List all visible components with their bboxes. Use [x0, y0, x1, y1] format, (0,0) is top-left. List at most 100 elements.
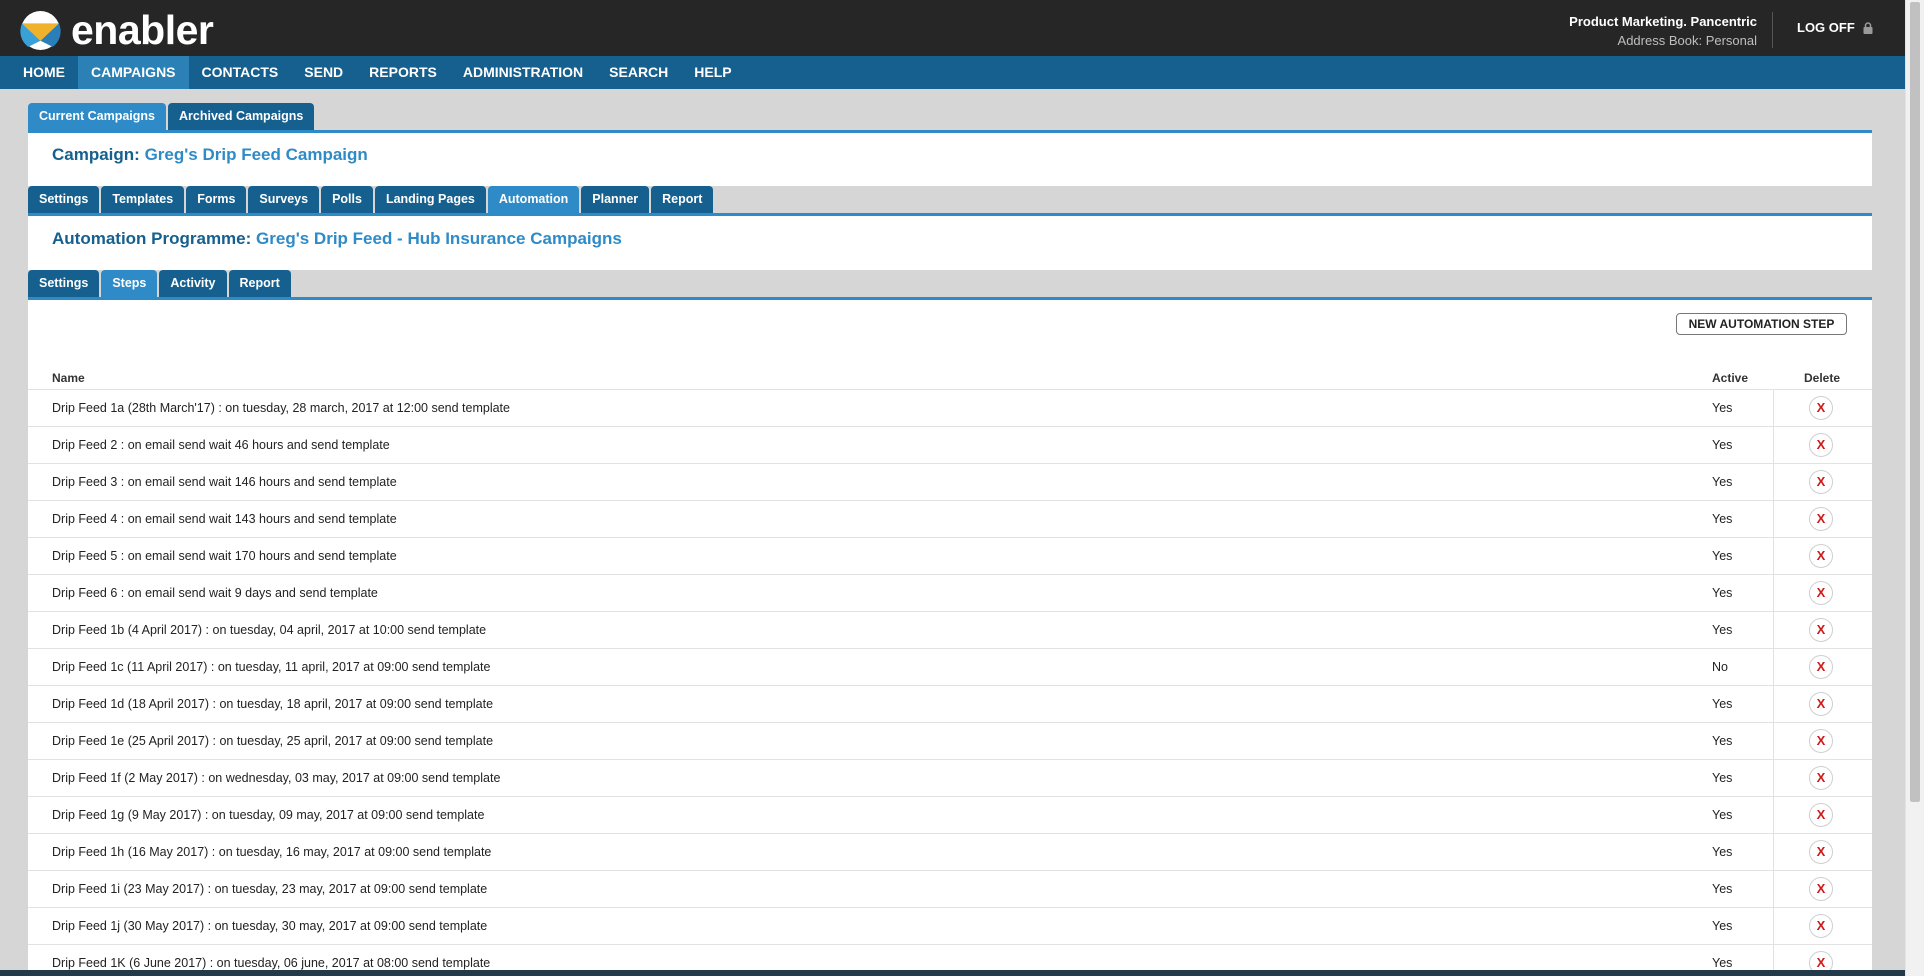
column-divider	[1773, 908, 1774, 945]
step-name[interactable]: Drip Feed 4 : on email send wait 143 hou…	[52, 512, 397, 526]
delete-step-button[interactable]: X	[1809, 655, 1833, 679]
tab-forms[interactable]: Forms	[186, 186, 247, 213]
step-name[interactable]: Drip Feed 1j (30 May 2017) : on tuesday,…	[52, 919, 487, 933]
step-active: Yes	[1712, 549, 1733, 563]
step-name[interactable]: Drip Feed 6 : on email send wait 9 days …	[52, 586, 378, 600]
step-active: Yes	[1712, 623, 1733, 637]
step-name[interactable]: Drip Feed 1i (23 May 2017) : on tuesday,…	[52, 882, 487, 896]
step-name[interactable]: Drip Feed 1e (25 April 2017) : on tuesda…	[52, 734, 493, 748]
column-divider	[1773, 760, 1774, 797]
column-divider	[1773, 834, 1774, 871]
step-active: Yes	[1712, 808, 1733, 822]
tab-settings[interactable]: Settings	[28, 186, 100, 213]
step-active: No	[1712, 660, 1728, 674]
delete-step-button[interactable]: X	[1809, 766, 1833, 790]
tab-polls[interactable]: Polls	[321, 186, 373, 213]
step-active: Yes	[1712, 956, 1733, 970]
column-divider	[1773, 538, 1774, 575]
brand-name: enabler	[71, 7, 214, 53]
nav-search[interactable]: SEARCH	[596, 56, 681, 89]
new-automation-step-button[interactable]: NEW AUTOMATION STEP	[1676, 313, 1847, 335]
nav-campaigns[interactable]: CAMPAIGNS	[78, 56, 189, 89]
bottom-edge	[0, 970, 1905, 976]
col-delete: Delete	[1804, 371, 1841, 385]
step-name[interactable]: Drip Feed 1h (16 May 2017) : on tuesday,…	[52, 845, 491, 859]
table-row: Drip Feed 1c (11 April 2017) : on tuesda…	[28, 649, 1872, 686]
campaign-label: Campaign:	[52, 145, 140, 164]
nav-home[interactable]: HOME	[10, 56, 78, 89]
delete-step-button[interactable]: X	[1809, 692, 1833, 716]
tab-automation[interactable]: Automation	[487, 186, 580, 213]
delete-step-button[interactable]: X	[1809, 803, 1833, 827]
step-name[interactable]: Drip Feed 1b (4 April 2017) : on tuesday…	[52, 623, 486, 637]
table-row: Drip Feed 4 : on email send wait 143 hou…	[28, 501, 1872, 538]
address-book: Address Book: Personal	[1617, 33, 1757, 48]
column-divider	[1773, 464, 1774, 501]
tab-archived-campaigns[interactable]: Archived Campaigns	[168, 103, 315, 130]
campaign-name[interactable]: Greg's Drip Feed Campaign	[145, 145, 368, 164]
tab-report[interactable]: Report	[651, 186, 714, 213]
delete-step-button[interactable]: X	[1809, 507, 1833, 531]
table-row: Drip Feed 1f (2 May 2017) : on wednesday…	[28, 760, 1872, 797]
programme-name[interactable]: Greg's Drip Feed - Hub Insurance Campaig…	[256, 229, 622, 248]
delete-step-button[interactable]: X	[1809, 877, 1833, 901]
step-active: Yes	[1712, 401, 1733, 415]
col-name: Name	[52, 371, 85, 385]
step-active: Yes	[1712, 512, 1733, 526]
logoff-button[interactable]: LOG OFF	[1797, 20, 1873, 35]
nav-administration[interactable]: ADMINISTRATION	[450, 56, 596, 89]
delete-step-button[interactable]: X	[1809, 470, 1833, 494]
campaign-list-tabs: Current Campaigns Archived Campaigns	[28, 103, 315, 130]
delete-step-button[interactable]: X	[1809, 544, 1833, 568]
step-name[interactable]: Drip Feed 1d (18 April 2017) : on tuesda…	[52, 697, 493, 711]
delete-step-button[interactable]: X	[1809, 581, 1833, 605]
tab-steps[interactable]: Steps	[101, 270, 158, 297]
tab-programme-report[interactable]: Report	[228, 270, 291, 297]
step-name[interactable]: Drip Feed 1f (2 May 2017) : on wednesday…	[52, 771, 500, 785]
step-name[interactable]: Drip Feed 1a (28th March'17) : on tuesda…	[52, 401, 510, 415]
programme-tabs: Settings Steps Activity Report	[28, 270, 291, 297]
step-name[interactable]: Drip Feed 2 : on email send wait 46 hour…	[52, 438, 390, 452]
tab-activity[interactable]: Activity	[159, 270, 227, 297]
table-row: Drip Feed 1i (23 May 2017) : on tuesday,…	[28, 871, 1872, 908]
delete-step-button[interactable]: X	[1809, 729, 1833, 753]
nav-reports[interactable]: REPORTS	[356, 56, 450, 89]
tab-surveys[interactable]: Surveys	[248, 186, 320, 213]
step-active: Yes	[1712, 697, 1733, 711]
column-divider	[1773, 686, 1774, 723]
nav-help[interactable]: HELP	[681, 56, 744, 89]
tab-landing-pages[interactable]: Landing Pages	[374, 186, 486, 213]
step-name[interactable]: Drip Feed 1g (9 May 2017) : on tuesday, …	[52, 808, 484, 822]
nav-contacts[interactable]: CONTACTS	[189, 56, 292, 89]
nav-send[interactable]: SEND	[291, 56, 356, 89]
step-name[interactable]: Drip Feed 5 : on email send wait 170 hou…	[52, 549, 397, 563]
step-active: Yes	[1712, 734, 1733, 748]
logo[interactable]: enabler	[20, 7, 214, 53]
lock-icon	[1863, 21, 1873, 34]
table-row: Drip Feed 1d (18 April 2017) : on tuesda…	[28, 686, 1872, 723]
column-divider	[1773, 427, 1774, 464]
delete-step-button[interactable]: X	[1809, 840, 1833, 864]
column-divider	[1773, 575, 1774, 612]
page-scrollbar[interactable]	[1905, 0, 1924, 976]
step-name[interactable]: Drip Feed 1c (11 April 2017) : on tuesda…	[52, 660, 490, 674]
step-active: Yes	[1712, 882, 1733, 896]
step-name[interactable]: Drip Feed 1K (6 June 2017) : on tuesday,…	[52, 956, 490, 970]
step-active: Yes	[1712, 919, 1733, 933]
tab-templates[interactable]: Templates	[101, 186, 185, 213]
delete-step-button[interactable]: X	[1809, 433, 1833, 457]
column-divider	[1773, 649, 1774, 686]
delete-step-button[interactable]: X	[1809, 396, 1833, 420]
tab-planner[interactable]: Planner	[581, 186, 650, 213]
tab-current-campaigns[interactable]: Current Campaigns	[28, 103, 166, 130]
scroll-thumb[interactable]	[1910, 2, 1920, 802]
tab-programme-settings[interactable]: Settings	[28, 270, 100, 297]
campaign-title: Campaign: Greg's Drip Feed Campaign	[52, 145, 368, 165]
enabler-logo-icon	[20, 11, 61, 50]
delete-step-button[interactable]: X	[1809, 914, 1833, 938]
step-name[interactable]: Drip Feed 3 : on email send wait 146 hou…	[52, 475, 397, 489]
table-row: Drip Feed 1b (4 April 2017) : on tuesday…	[28, 612, 1872, 649]
main-nav: HOME CAMPAIGNS CONTACTS SEND REPORTS ADM…	[0, 56, 1905, 89]
table-row: Drip Feed 6 : on email send wait 9 days …	[28, 575, 1872, 612]
delete-step-button[interactable]: X	[1809, 618, 1833, 642]
